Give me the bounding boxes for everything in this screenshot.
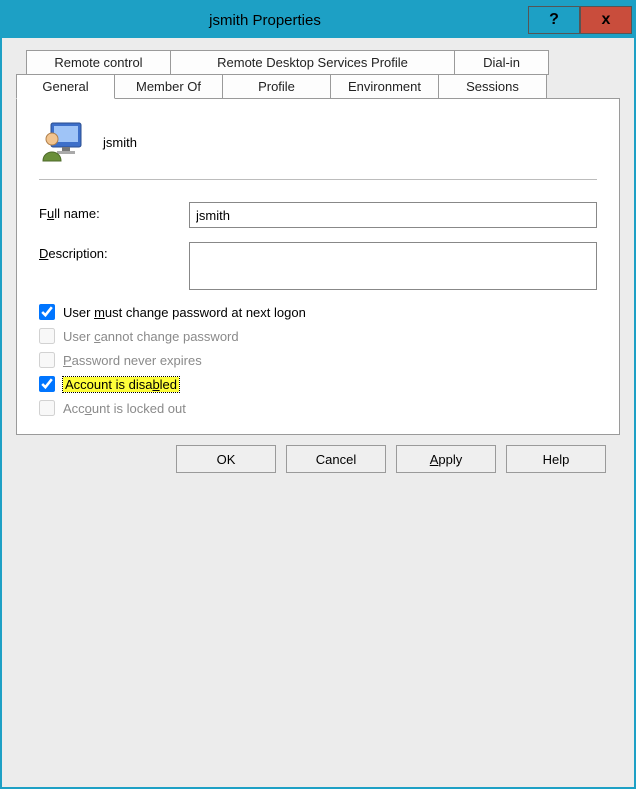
close-button[interactable]: x: [580, 6, 632, 34]
check-locked-out-label: Account is locked out: [63, 401, 186, 416]
check-never-expires-box: [39, 352, 55, 368]
tab-remote-control[interactable]: Remote control: [26, 50, 171, 75]
tab-row-bottom: General Member Of Profile Environment Se…: [16, 74, 620, 99]
user-header: jsmith: [39, 119, 597, 165]
tab-dialin[interactable]: Dial-in: [454, 50, 549, 75]
dialog-buttons: OK Cancel Apply Help: [16, 435, 620, 487]
apply-button[interactable]: Apply: [396, 445, 496, 473]
tab-rdsp[interactable]: Remote Desktop Services Profile: [170, 50, 455, 75]
description-row: Description:: [39, 242, 597, 290]
check-account-disabled[interactable]: Account is disabled: [39, 376, 597, 392]
tab-sessions[interactable]: Sessions: [438, 74, 547, 99]
ok-button[interactable]: OK: [176, 445, 276, 473]
description-label: Description:: [39, 242, 189, 261]
tab-member-of[interactable]: Member Of: [114, 74, 223, 99]
description-input[interactable]: [189, 242, 597, 290]
client-area: Remote control Remote Desktop Services P…: [2, 38, 634, 787]
check-never-expires-label: Password never expires: [63, 353, 202, 368]
user-display-name: jsmith: [103, 135, 137, 150]
window-buttons: ? x: [528, 6, 632, 34]
window-title: jsmith Properties: [2, 12, 528, 29]
fullname-input[interactable]: [189, 202, 597, 228]
check-cannot-change-label: User cannot change password: [63, 329, 239, 344]
check-must-change[interactable]: User must change password at next logon: [39, 304, 597, 320]
check-must-change-label: User must change password at next logon: [63, 305, 306, 320]
tab-general[interactable]: General: [16, 74, 115, 99]
separator: [39, 179, 597, 180]
check-cannot-change: User cannot change password: [39, 328, 597, 344]
help-button-footer[interactable]: Help: [506, 445, 606, 473]
check-locked-out: Account is locked out: [39, 400, 597, 416]
fullname-row: Full name:: [39, 202, 597, 228]
tab-control: Remote control Remote Desktop Services P…: [16, 50, 620, 435]
cancel-button[interactable]: Cancel: [286, 445, 386, 473]
titlebar: jsmith Properties ? x: [2, 2, 634, 38]
check-account-disabled-box[interactable]: [39, 376, 55, 392]
tab-row-top: Remote control Remote Desktop Services P…: [26, 50, 620, 75]
user-icon: [39, 119, 85, 165]
check-account-disabled-label: Account is disabled: [63, 377, 179, 392]
checkbox-group: User must change password at next logon …: [39, 304, 597, 416]
tab-environment[interactable]: Environment: [330, 74, 439, 99]
check-must-change-box[interactable]: [39, 304, 55, 320]
tab-page-general: jsmith Full name: Description: User must…: [16, 98, 620, 435]
check-never-expires: Password never expires: [39, 352, 597, 368]
tab-profile[interactable]: Profile: [222, 74, 331, 99]
properties-window: jsmith Properties ? x Remote control Rem…: [0, 0, 636, 789]
check-locked-out-box: [39, 400, 55, 416]
check-cannot-change-box: [39, 328, 55, 344]
help-button[interactable]: ?: [528, 6, 580, 34]
fullname-label: Full name:: [39, 202, 189, 221]
